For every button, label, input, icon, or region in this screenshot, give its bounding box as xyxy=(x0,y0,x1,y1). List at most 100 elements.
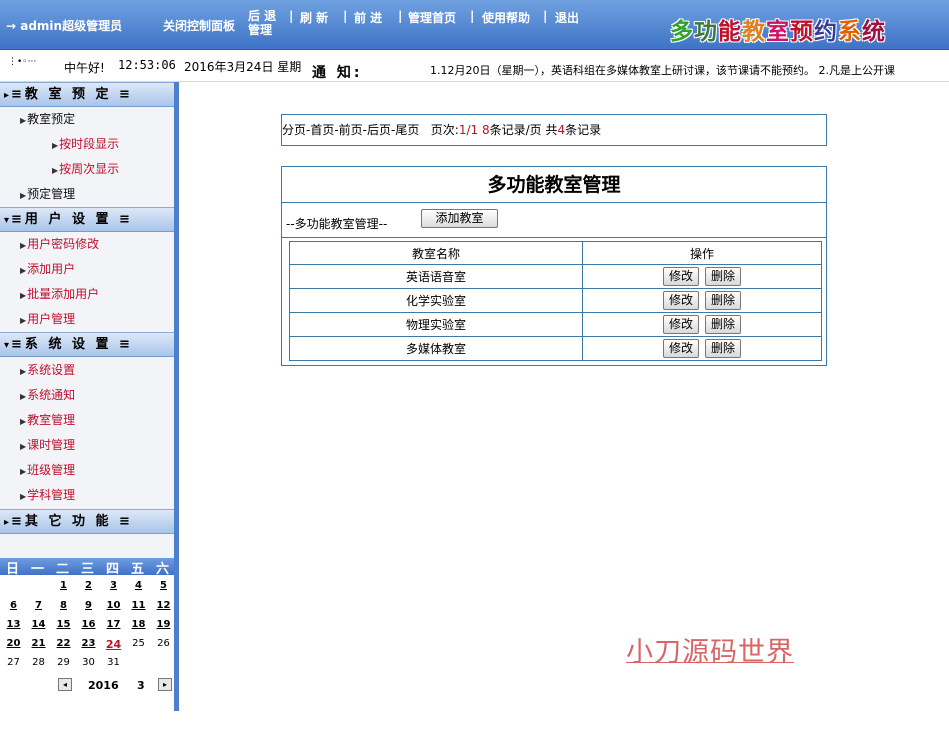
calendar-weekday: 二 xyxy=(55,562,69,577)
calendar-day[interactable]: 17 xyxy=(101,619,126,630)
close-panel-link[interactable]: 关闭控制面板 xyxy=(163,17,235,34)
delete-button[interactable]: 删除 xyxy=(705,267,741,286)
table-row: 多媒体教室 修改 删除 xyxy=(289,336,822,361)
current-date: 2016年3月24日 星期 xyxy=(184,60,302,74)
calendar-day[interactable]: 15 xyxy=(51,619,76,630)
calendar-month: 3 xyxy=(137,679,145,692)
calendar-day: 27 xyxy=(7,657,20,668)
nav-separator: | xyxy=(470,9,475,23)
sidebar-item-label: 按周次显示 xyxy=(59,162,120,176)
calendar-day[interactable]: 2 xyxy=(76,580,101,591)
row-actions: 修改 删除 xyxy=(582,312,822,337)
clock-time: 12:53:06 xyxy=(118,58,176,72)
table-header-row: 教室名称 操作 xyxy=(289,241,822,265)
calendar-day[interactable]: 16 xyxy=(76,619,101,630)
calendar-day[interactable]: 12 xyxy=(151,600,176,611)
sidebar-item-add-user[interactable]: ▶添加用户 xyxy=(20,259,75,279)
sidebar-item-by-week[interactable]: ▶按周次显示 xyxy=(52,159,119,179)
sidebar-item-lesson-manage[interactable]: ▶课时管理 xyxy=(20,435,75,455)
calendar-day[interactable]: 9 xyxy=(76,600,101,611)
calendar-day[interactable]: 8 xyxy=(51,600,76,611)
sidebar-item-booking-manage[interactable]: ▶预定管理 xyxy=(20,184,75,204)
notice-label: 通 知: xyxy=(312,65,363,81)
nav-separator: | xyxy=(289,9,294,23)
calendar-day[interactable]: 3 xyxy=(101,580,126,591)
calendar-day[interactable]: 14 xyxy=(26,619,51,630)
calendar-day[interactable]: 1 xyxy=(51,580,76,591)
sidebar-item-system-notice[interactable]: ▶系统通知 xyxy=(20,385,75,405)
column-header-name: 教室名称 xyxy=(289,241,583,265)
section-other-functions[interactable]: ▸ ≡其 它 功 能 ≡ xyxy=(0,509,174,534)
divider xyxy=(282,237,826,238)
sidebar-item-label: 添加用户 xyxy=(27,262,76,276)
edit-button[interactable]: 修改 xyxy=(663,339,699,358)
calendar-day[interactable]: 19 xyxy=(151,619,176,630)
pagination-links[interactable]: 分页-首页-前页-后页-尾页 xyxy=(282,123,419,137)
bullet-icon: ▶ xyxy=(20,291,27,300)
sidebar-item-subject-manage[interactable]: ▶学科管理 xyxy=(20,485,75,505)
sidebar-item-label: 用户管理 xyxy=(27,312,76,326)
main-content: 分页-首页-前页-后页-尾页 页次:1/1 8条记录/页 共4条记录 多功能教室… xyxy=(179,82,949,711)
current-user: → admin超级管理员 xyxy=(6,19,123,33)
section-user-settings[interactable]: ▾ ≡用 户 设 置 ≡ xyxy=(0,207,174,232)
admin-home-link[interactable]: 管理首页 xyxy=(408,9,456,26)
calendar-weekday: 六 xyxy=(155,562,169,577)
add-classroom-button[interactable]: 添加教室 xyxy=(421,209,498,228)
sidebar-item-system-settings[interactable]: ▶系统设置 xyxy=(20,360,75,380)
sidebar-item-class-manage[interactable]: ▶班级管理 xyxy=(20,460,75,480)
forward-link[interactable]: 前 进 xyxy=(354,9,382,26)
calendar-day[interactable]: 7 xyxy=(26,600,51,611)
nav-separator: | xyxy=(343,9,348,23)
bottom-strip xyxy=(0,711,179,739)
sidebar-item-label: 系统通知 xyxy=(27,388,76,402)
sidebar-item-user-manage[interactable]: ▶用户管理 xyxy=(20,309,75,329)
section-system-settings[interactable]: ▾ ≡系 统 设 置 ≡ xyxy=(0,332,174,357)
calendar-day[interactable]: 18 xyxy=(126,619,151,630)
calendar-day: 31 xyxy=(107,657,120,668)
sidebar-item-batch-add-user[interactable]: ▶批量添加用户 xyxy=(20,284,99,304)
edit-button[interactable]: 修改 xyxy=(663,315,699,334)
bullet-icon: ▶ xyxy=(20,442,27,451)
edit-button[interactable]: 修改 xyxy=(663,291,699,310)
sidebar-item-room-booking[interactable]: ▶教室预定 xyxy=(20,109,75,129)
logout-link[interactable]: 退出 xyxy=(555,9,579,26)
back-link[interactable]: 后 退管理 xyxy=(248,9,276,37)
help-link[interactable]: 使用帮助 xyxy=(482,9,530,26)
app-title-char: 预 xyxy=(790,19,814,45)
calendar-day[interactable]: 10 xyxy=(101,600,126,611)
pagination-bar: 分页-首页-前页-后页-尾页 页次:1/1 8条记录/页 共4条记录 xyxy=(281,114,827,146)
calendar-day[interactable]: 22 xyxy=(51,638,76,649)
calendar-day[interactable]: 20 xyxy=(1,638,26,649)
back-link-label: 后 退 xyxy=(248,9,277,23)
sidebar-item-password-change[interactable]: ▶用户密码修改 xyxy=(20,234,99,254)
delete-button[interactable]: 删除 xyxy=(705,315,741,334)
calendar-day[interactable]: 5 xyxy=(151,580,176,591)
nav-separator: | xyxy=(543,9,548,23)
delete-button[interactable]: 删除 xyxy=(705,339,741,358)
bullet-icon: ▶ xyxy=(52,166,59,175)
calendar-day[interactable]: 23 xyxy=(76,638,101,649)
calendar-prev-icon[interactable]: ◂ xyxy=(58,678,72,691)
delete-button[interactable]: 删除 xyxy=(705,291,741,310)
calendar-day[interactable]: 6 xyxy=(1,600,26,611)
calendar-day[interactable]: 4 xyxy=(126,580,151,591)
bullet-icon: ▶ xyxy=(20,467,27,476)
greeting: 中午好! xyxy=(64,61,105,75)
edit-button[interactable]: 修改 xyxy=(663,267,699,286)
calendar-day[interactable]: 21 xyxy=(26,638,51,649)
section-room-booking[interactable]: ▸ ≡教 室 预 定 ≡ xyxy=(0,82,174,107)
sidebar-item-by-period[interactable]: ▶按时段显示 xyxy=(52,134,119,154)
calendar: 日一二三四五六 1 2 3 4 5 6 7 8 9 10 11 12 13 14 15 16 17 18 19 20 2… xyxy=(0,558,174,711)
calendar-day[interactable]: 24 xyxy=(101,638,126,651)
bullet-icon: ▶ xyxy=(20,316,27,325)
sidebar-item-label: 班级管理 xyxy=(27,463,76,477)
table-row: 化学实验室 修改 删除 xyxy=(289,288,822,313)
calendar-day[interactable]: 13 xyxy=(1,619,26,630)
notice-marquee[interactable]: 1.12月20日（星期一），英语科组在多媒体教室上研讨课，该节课请不能预约。 2… xyxy=(430,62,949,78)
refresh-link[interactable]: 刷 新 xyxy=(300,9,328,26)
calendar-next-icon[interactable]: ▸ xyxy=(158,678,172,691)
sidebar-item-classroom-manage[interactable]: ▶教室管理 xyxy=(20,410,75,430)
calendar-weekday: 日 xyxy=(5,562,19,577)
calendar-day[interactable]: 11 xyxy=(126,600,151,611)
bullet-icon: ▶ xyxy=(20,191,27,200)
